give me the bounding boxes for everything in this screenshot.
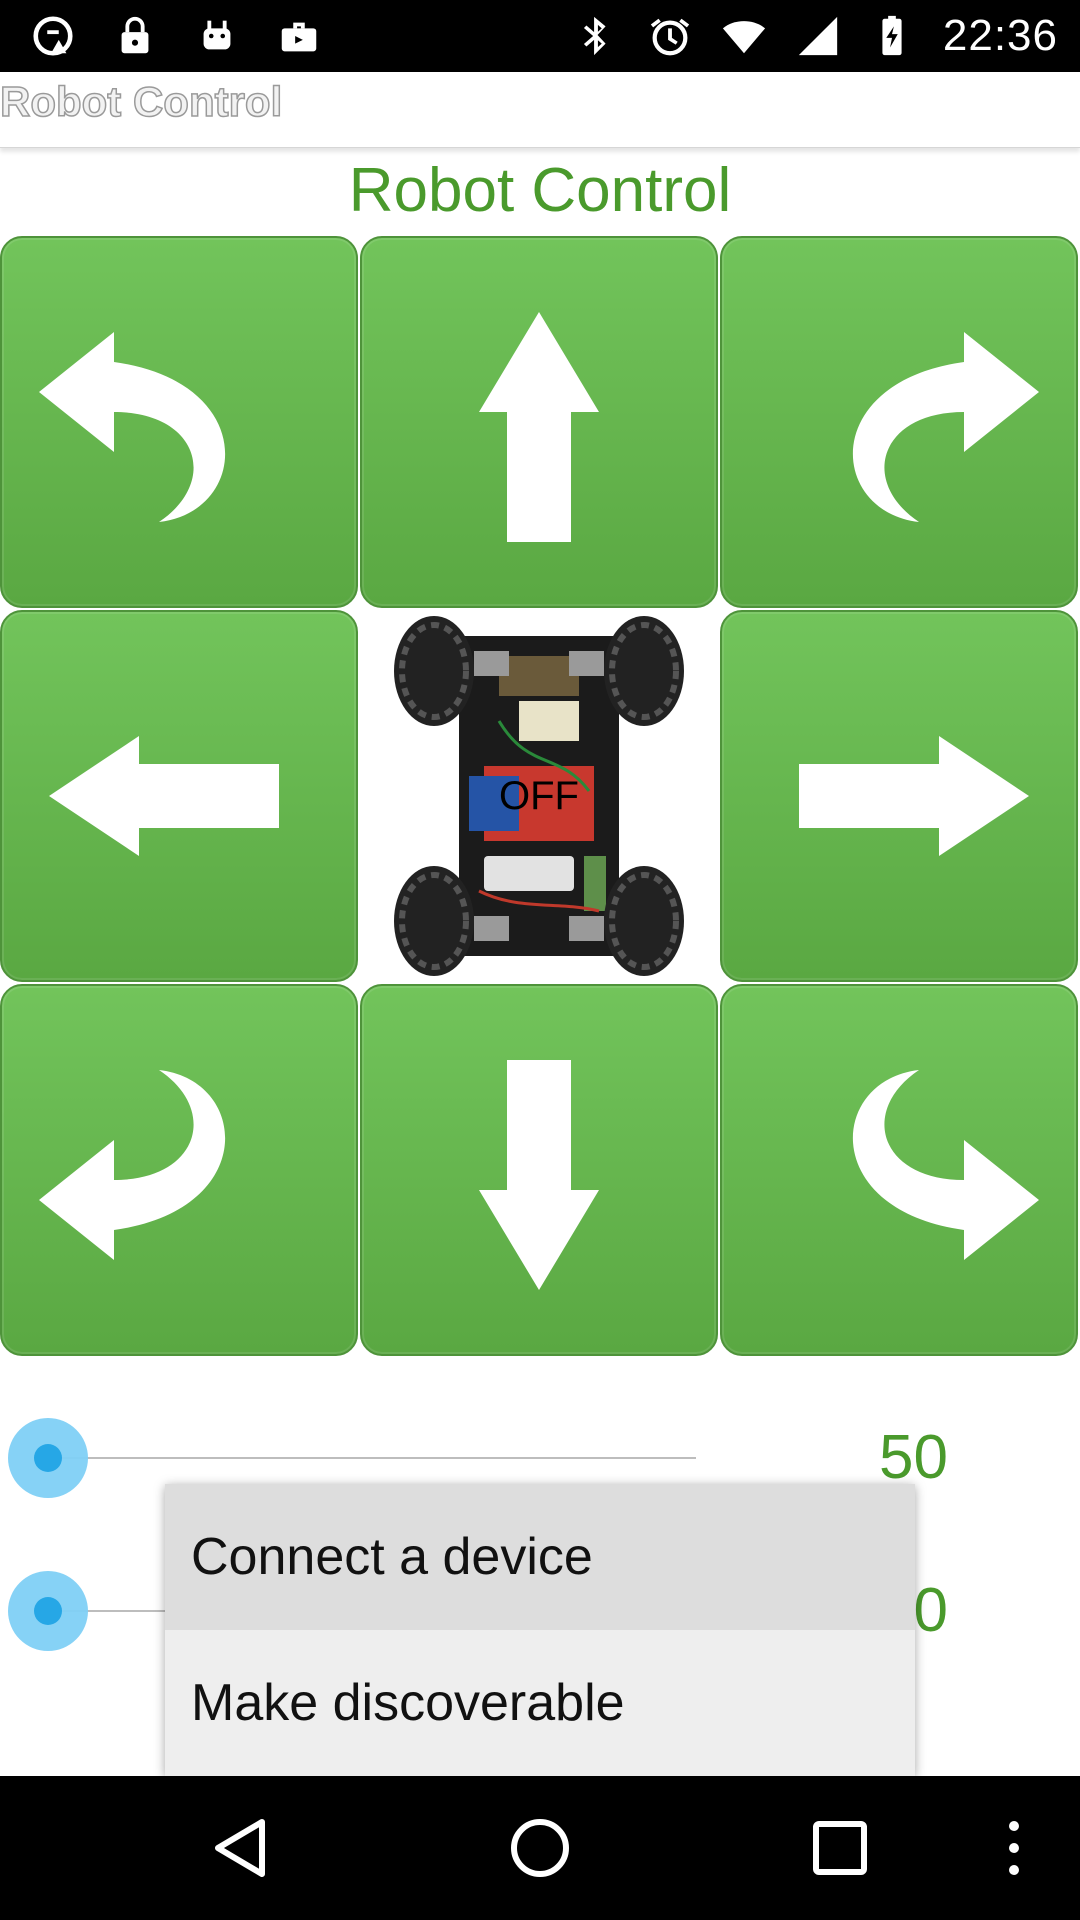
action-bar: Robot Control [0, 72, 1080, 148]
slider-track[interactable] [48, 1457, 696, 1459]
menu-item-make-discoverable[interactable]: Make discoverable [165, 1630, 915, 1776]
more-vert-icon [1009, 1821, 1019, 1875]
arrow-down-icon [479, 1060, 599, 1290]
overflow-menu-button[interactable] [984, 1812, 1044, 1884]
lock-icon [112, 13, 158, 59]
recents-button[interactable] [804, 1812, 876, 1884]
notification-icons [30, 10, 322, 62]
turn-left-backward-button[interactable] [0, 984, 358, 1356]
back-button[interactable] [204, 1812, 276, 1884]
options-popup-menu: Connect a device Make discoverable [165, 1484, 915, 1776]
curved-arrow-right-icon [852, 332, 1039, 522]
system-icons: 22:36 [573, 10, 1058, 62]
slider-thumb-dot [34, 1444, 62, 1472]
turn-left-forward-button[interactable] [0, 236, 358, 608]
arrow-left-icon [49, 736, 279, 856]
recents-square-icon [813, 1821, 867, 1875]
alarm-icon [647, 13, 693, 59]
page-heading: Robot Control [348, 156, 732, 225]
back-triangle-icon [215, 1819, 265, 1877]
app-title: Robot Control [0, 77, 283, 126]
robot-status-button[interactable]: OFF [360, 610, 718, 982]
turn-right-backward-button[interactable] [720, 984, 1078, 1356]
slider-value: 0 [913, 1576, 948, 1645]
battery-charging-icon [869, 13, 915, 59]
forward-button[interactable] [360, 236, 718, 608]
backward-button[interactable] [360, 984, 718, 1356]
curved-arrow-down-left-icon [39, 1070, 226, 1260]
briefcase-icon [276, 13, 322, 59]
signal-icon [795, 13, 841, 59]
navigation-bar [0, 1776, 1080, 1920]
control-grid: OFF [0, 236, 1080, 1356]
robot-status-label: OFF [499, 773, 579, 818]
curved-arrow-down-right-icon [852, 1070, 1039, 1260]
left-button[interactable] [0, 610, 358, 982]
slider-thumb-dot [34, 1597, 62, 1625]
home-circle-icon [511, 1819, 569, 1877]
curved-arrow-left-icon [39, 332, 226, 522]
menu-item-connect-device[interactable]: Connect a device [165, 1484, 915, 1630]
wifi-icon [721, 13, 767, 59]
slider-value: 50 [879, 1423, 948, 1492]
clock: 22:36 [942, 11, 1058, 60]
right-button[interactable] [720, 610, 1078, 982]
turn-right-forward-button[interactable] [720, 236, 1078, 608]
arrow-right-icon [799, 736, 1029, 856]
cast-warning-icon [30, 13, 76, 59]
home-button[interactable] [504, 1812, 576, 1884]
status-bar: 22:36 [0, 0, 1080, 72]
android-icon [194, 13, 240, 59]
bluetooth-icon [573, 13, 619, 59]
arrow-up-icon [479, 312, 599, 542]
